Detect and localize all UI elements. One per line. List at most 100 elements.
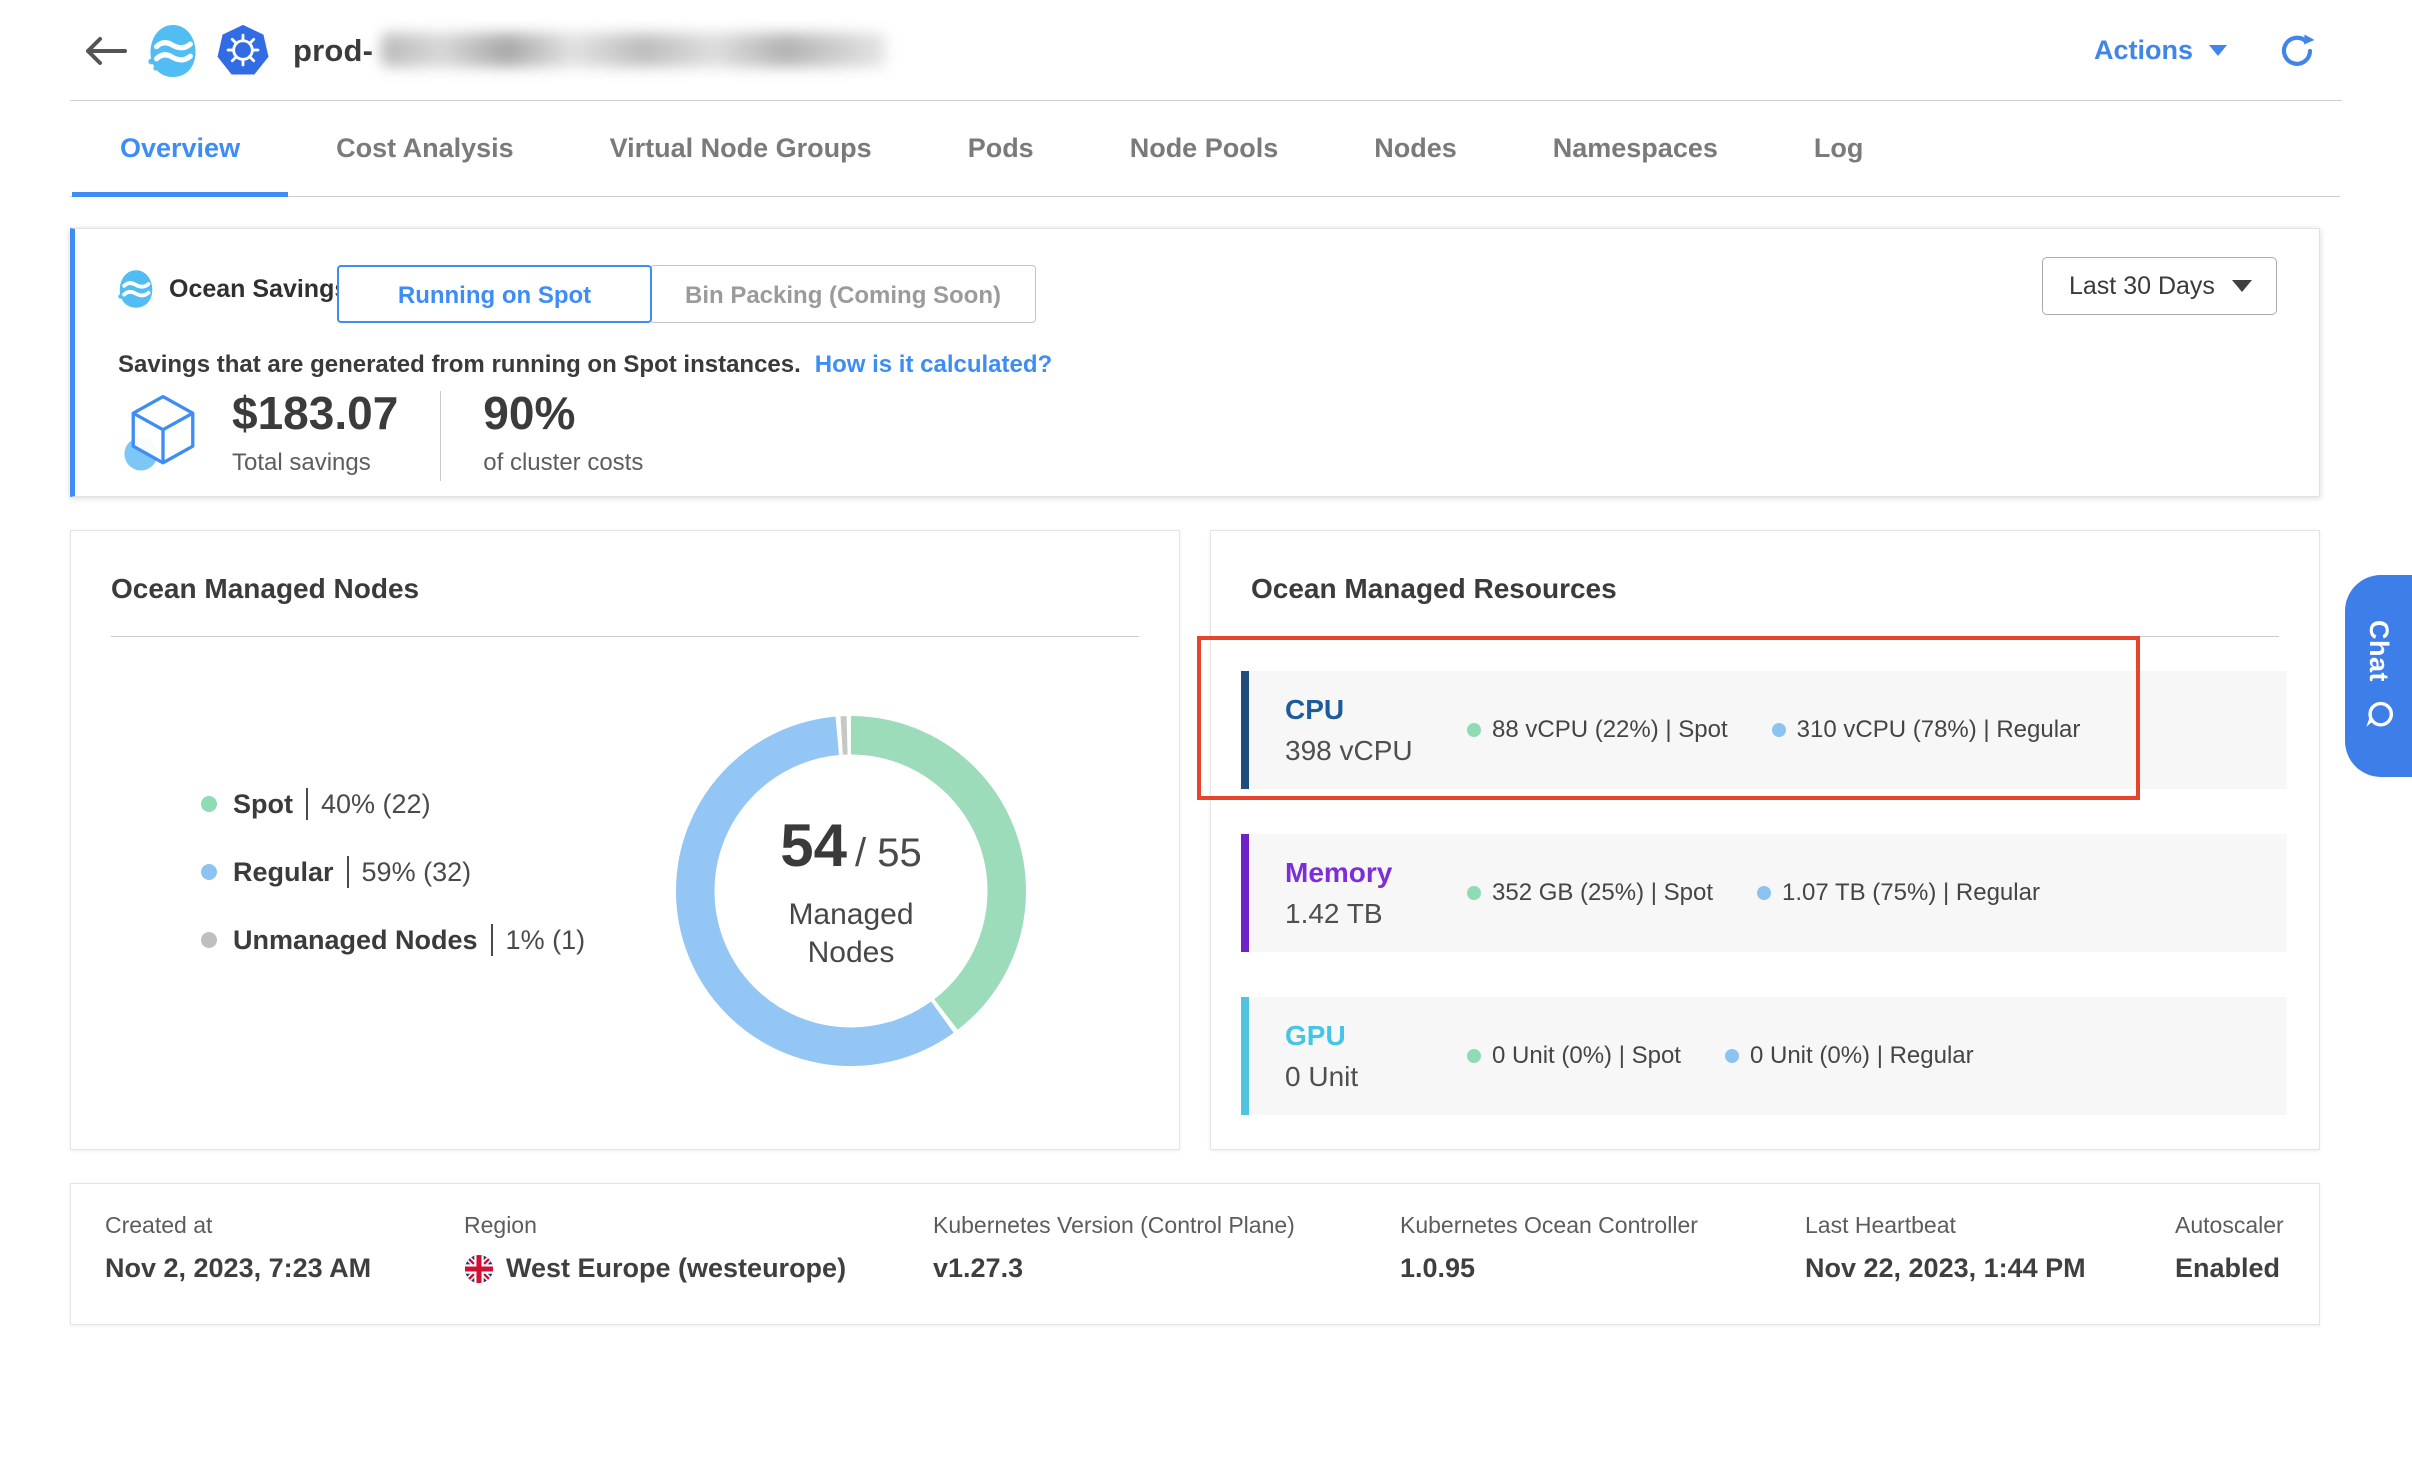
memory-spot-stat: 352 GB (25%) | Spot: [1467, 879, 1713, 907]
chat-button[interactable]: Chat: [2345, 575, 2412, 777]
legend-separator: [491, 924, 493, 956]
cluster-name-redacted: [381, 33, 886, 67]
back-button[interactable]: [85, 34, 131, 68]
footer-label: Region: [464, 1212, 846, 1239]
memory-regular-stat: 1.07 TB (75%) | Regular: [1757, 879, 2040, 907]
legend-value: 40% (22): [321, 789, 431, 820]
total-count: / 55: [855, 831, 922, 876]
memory-spot-text: 352 GB (25%) | Spot: [1492, 879, 1713, 907]
gpu-accent-bar: [1241, 997, 1249, 1115]
tab-pods[interactable]: Pods: [920, 101, 1082, 196]
tab-nodes[interactable]: Nodes: [1326, 101, 1505, 196]
legend-separator: [306, 788, 308, 820]
regular-dot-icon: [201, 864, 217, 880]
donut-center: 54 / 55 Managed Nodes: [676, 716, 1026, 1066]
tab-namespaces[interactable]: Namespaces: [1505, 101, 1766, 196]
spot-dot-icon: [1467, 723, 1481, 737]
ocean-savings-text: Ocean Savings:: [169, 275, 357, 304]
footer-value: Enabled: [2175, 1253, 2284, 1284]
cpu-regular-text: 310 vCPU (78%) | Regular: [1797, 716, 2081, 744]
resource-row-cpu: CPU 398 vCPU 88 vCPU (22%) | Spot 310 vC…: [1241, 671, 2287, 789]
how-calculated-link[interactable]: How is it calculated?: [815, 351, 1052, 378]
managed-nodes-card: Ocean Managed Nodes Spot 40% (22) Regula…: [70, 530, 1180, 1150]
legend-item-regular: Regular 59% (32): [201, 854, 585, 890]
back-arrow-icon: [85, 36, 129, 66]
legend-value: 1% (1): [506, 925, 586, 956]
tab-overview[interactable]: Overview: [72, 101, 288, 196]
ocean-wave-icon: [117, 269, 155, 309]
tab-virtual-node-groups[interactable]: Virtual Node Groups: [562, 101, 920, 196]
tab-label: Node Pools: [1130, 133, 1279, 164]
gpu-name: GPU: [1285, 1019, 1467, 1053]
savings-description: Savings that are generated from running …: [118, 351, 1052, 379]
cpu-regular-stat: 310 vCPU (78%) | Regular: [1772, 716, 2081, 744]
memory-total: 1.42 TB: [1285, 898, 1467, 930]
legend-label: Unmanaged Nodes: [233, 925, 478, 956]
gpu-spot-text: 0 Unit (0%) | Spot: [1492, 1042, 1681, 1070]
tab-label: Pods: [968, 133, 1034, 164]
tab-label: Virtual Node Groups: [610, 133, 872, 164]
cpu-spot-text: 88 vCPU (22%) | Spot: [1492, 716, 1728, 744]
cpu-total: 398 vCPU: [1285, 735, 1467, 767]
resource-row-memory: Memory 1.42 TB 352 GB (25%) | Spot 1.07 …: [1241, 834, 2287, 952]
managed-nodes-title: Ocean Managed Nodes: [111, 573, 419, 605]
savings-cube-icon: [120, 387, 206, 479]
footer-created-at: Created at Nov 2, 2023, 7:23 AM: [105, 1212, 371, 1284]
footer-value: Nov 22, 2023, 1:44 PM: [1805, 1253, 2086, 1284]
tab-log[interactable]: Log: [1766, 101, 1911, 196]
managed-resources-card: Ocean Managed Resources CPU 398 vCPU 88 …: [1210, 530, 2320, 1150]
savings-figures: $183.07 Total savings 90% of cluster cos…: [120, 387, 643, 481]
cluster-cost-percent: 90% of cluster costs: [483, 387, 643, 477]
cluster-cost-percent-value: 90%: [483, 387, 643, 439]
tab-label: Cost Analysis: [336, 133, 514, 164]
ocean-savings-banner: Ocean Savings: Running on Spot Bin Packi…: [70, 228, 2320, 497]
chat-label: Chat: [2363, 620, 2394, 682]
legend-item-unmanaged: Unmanaged Nodes 1% (1): [201, 922, 585, 958]
managed-nodes-donut: 54 / 55 Managed Nodes: [676, 716, 1026, 1066]
cluster-name-prefix: prod-: [293, 33, 373, 68]
tab-cost-analysis[interactable]: Cost Analysis: [288, 101, 562, 196]
refresh-button[interactable]: [2279, 33, 2315, 69]
legend-label: Spot: [233, 789, 293, 820]
footer-value: West Europe (westeurope): [464, 1253, 846, 1284]
ocean-savings-label: Ocean Savings:: [117, 269, 357, 309]
resource-row-gpu: GPU 0 Unit 0 Unit (0%) | Spot 0 Unit (0%…: [1241, 997, 2287, 1115]
tab-node-pools[interactable]: Node Pools: [1082, 101, 1327, 196]
footer-ocean-controller: Kubernetes Ocean Controller 1.0.95: [1400, 1212, 1698, 1284]
cluster-info-footer: Created at Nov 2, 2023, 7:23 AM Region W…: [70, 1183, 2320, 1325]
footer-label: Kubernetes Ocean Controller: [1400, 1212, 1698, 1239]
card-divider: [1251, 636, 2279, 637]
period-dropdown-value: Last 30 Days: [2069, 272, 2215, 301]
footer-last-heartbeat: Last Heartbeat Nov 22, 2023, 1:44 PM: [1805, 1212, 2086, 1284]
tab-label: Namespaces: [1553, 133, 1718, 164]
cpu-name: CPU: [1285, 693, 1467, 727]
legend-item-spot: Spot 40% (22): [201, 786, 585, 822]
spot-dot-icon: [201, 796, 217, 812]
cpu-spot-stat: 88 vCPU (22%) | Spot: [1467, 716, 1728, 744]
tab-label: Log: [1814, 133, 1863, 164]
legend-separator: [347, 856, 349, 888]
actions-button[interactable]: Actions: [2094, 35, 2227, 66]
cpu-accent-bar: [1241, 671, 1249, 789]
footer-k8s-version: Kubernetes Version (Control Plane) v1.27…: [933, 1212, 1295, 1284]
ocean-logo-icon: [147, 23, 199, 79]
header-left: prod-: [85, 0, 886, 101]
footer-region: Region West Europe (westeurope): [464, 1212, 846, 1284]
memory-regular-text: 1.07 TB (75%) | Regular: [1782, 879, 2040, 907]
card-divider: [111, 636, 1139, 637]
memory-name: Memory: [1285, 856, 1467, 890]
footer-label: Last Heartbeat: [1805, 1212, 2086, 1239]
region-text: West Europe (westeurope): [506, 1253, 846, 1284]
unmanaged-dot-icon: [201, 932, 217, 948]
memory-accent-bar: [1241, 834, 1249, 952]
toggle-running-on-spot[interactable]: Running on Spot: [337, 265, 652, 323]
figure-divider: [440, 391, 441, 481]
kubernetes-logo-icon: [215, 23, 271, 79]
header: prod- Actions: [0, 0, 2412, 101]
chevron-down-icon: [2209, 45, 2227, 56]
period-dropdown[interactable]: Last 30 Days: [2042, 257, 2277, 315]
uk-flag-icon: [464, 1254, 494, 1284]
footer-autoscaler: Autoscaler Enabled: [2175, 1212, 2284, 1284]
toggle-bin-packing[interactable]: Bin Packing (Coming Soon): [650, 265, 1036, 323]
savings-description-text: Savings that are generated from running …: [118, 351, 801, 378]
